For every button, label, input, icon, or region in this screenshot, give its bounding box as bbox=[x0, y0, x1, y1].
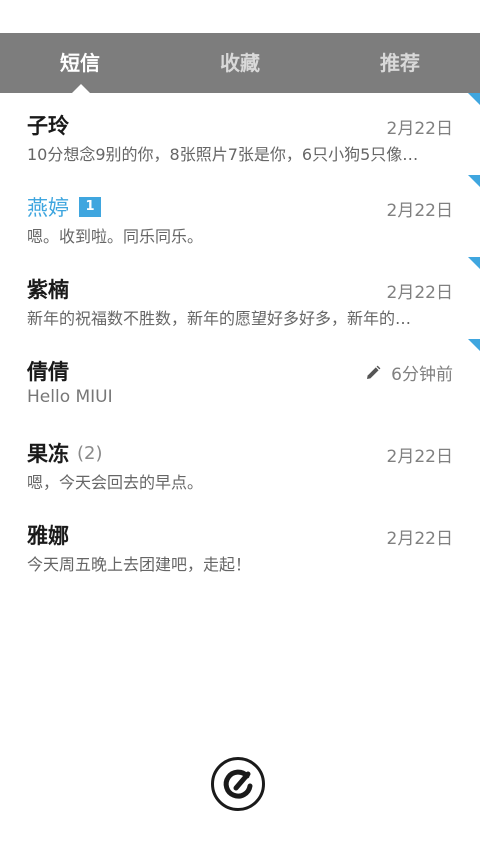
message-preview: 今天周五晚上去团建吧，走起！ bbox=[27, 555, 252, 574]
message-date: 2月22日 bbox=[386, 529, 453, 549]
conversation-list: 子玲 2月22日 10分想念9别的你，8张照片7张是你，6只小狗5只像… 燕婷 … bbox=[0, 93, 480, 585]
message-preview: 新年的祝福数不胜数，新年的愿望好多好多，新年的… bbox=[27, 309, 412, 328]
message-date-draft: 6分钟前 bbox=[365, 360, 453, 385]
unread-count-badge: 1 bbox=[79, 197, 101, 217]
status-bar bbox=[0, 0, 480, 33]
conversation-row[interactable]: 果冻 (2) 2月22日 嗯，今天会回去的早点。 bbox=[0, 421, 480, 503]
contact-name: 果冻 bbox=[27, 442, 69, 466]
conversation-row[interactable]: 雅娜 2月22日 今天周五晚上去团建吧，走起！ bbox=[0, 503, 480, 585]
conversation-row[interactable]: 紫楠 2月22日 新年的祝福数不胜数，新年的愿望好多好多，新年的… bbox=[0, 257, 480, 339]
conversation-row[interactable]: 燕婷 1 2月22日 嗯。收到啦。同乐同乐。 bbox=[0, 175, 480, 257]
message-preview: 嗯。收到啦。同乐同乐。 bbox=[27, 227, 204, 246]
message-date: 2月22日 bbox=[386, 201, 453, 221]
tab-favorites[interactable]: 收藏 bbox=[200, 33, 280, 93]
draft-time: 6分钟前 bbox=[391, 365, 453, 385]
message-preview: 嗯，今天会回去的早点。 bbox=[27, 473, 204, 492]
message-preview: 10分想念9别的你，8张照片7张是你，6只小狗5只像… bbox=[27, 145, 419, 164]
contact-name: 紫楠 bbox=[27, 278, 69, 302]
contact-name: 雅娜 bbox=[27, 524, 69, 548]
unread-corner-marker bbox=[468, 93, 480, 105]
message-count: (2) bbox=[77, 442, 103, 464]
draft-preview: Hello MIUI bbox=[27, 387, 113, 407]
message-date: 2月22日 bbox=[386, 283, 453, 303]
message-date: 2月22日 bbox=[386, 119, 453, 139]
message-date: 2月22日 bbox=[386, 447, 453, 467]
pencil-icon bbox=[367, 365, 381, 379]
compose-button[interactable] bbox=[211, 757, 265, 811]
contact-name: 燕婷 bbox=[27, 196, 69, 220]
active-tab-indicator bbox=[72, 84, 90, 93]
contact-name: 子玲 bbox=[27, 114, 69, 138]
tab-recommend[interactable]: 推荐 bbox=[360, 33, 440, 93]
unread-corner-marker bbox=[468, 175, 480, 187]
messaging-screen: 短信 收藏 推荐 子玲 2月22日 10分想念9别的你，8张照片7张是你，6只小… bbox=[0, 0, 480, 853]
conversation-row[interactable]: 子玲 2月22日 10分想念9别的你，8张照片7张是你，6只小狗5只像… bbox=[0, 93, 480, 175]
compose-icon bbox=[223, 769, 253, 799]
contact-name: 倩倩 bbox=[27, 360, 69, 384]
conversation-row[interactable]: 倩倩 6分钟前 Hello MIUI bbox=[0, 339, 480, 421]
unread-corner-marker bbox=[468, 257, 480, 269]
unread-corner-marker bbox=[468, 339, 480, 351]
